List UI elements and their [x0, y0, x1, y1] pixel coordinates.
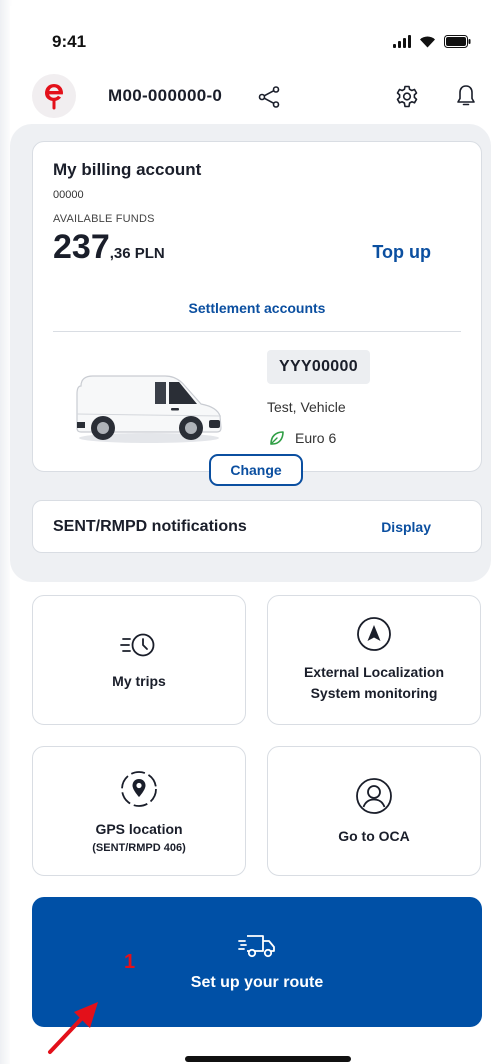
brand-logo[interactable] [32, 74, 76, 118]
annotation-marker: 1 [124, 951, 136, 973]
divider [53, 331, 461, 332]
battery-icon [444, 35, 471, 48]
billing-number: 00000 [53, 189, 84, 201]
els-monitoring-tile[interactable]: External Localization System monitoring [267, 595, 481, 725]
leaf-icon [270, 431, 284, 445]
vehicle-van-image [76, 375, 222, 443]
e-toll-logo-icon [45, 84, 63, 110]
change-vehicle-button[interactable]: Change [209, 454, 303, 486]
license-plate: YYY00000 [267, 350, 370, 384]
bell-icon[interactable] [456, 84, 476, 108]
billing-title: My billing account [53, 160, 202, 179]
emission-class: Euro 6 [269, 430, 336, 446]
go-to-oca-label: Go to OCA [338, 827, 410, 844]
settlement-accounts-link[interactable]: Settlement accounts [33, 300, 481, 316]
vehicle-name: Test, Vehicle [267, 399, 346, 415]
gear-icon[interactable] [395, 85, 419, 109]
els-label-line2: System monitoring [310, 685, 438, 701]
phone-screen: 9:41 M00-000000-0 My billing account 000… [10, 6, 491, 1064]
els-label-line1: External Localization [303, 664, 445, 680]
signal-icon [393, 34, 411, 48]
available-funds-amount: 237,36 PLN [53, 228, 165, 267]
my-trips-tile[interactable]: My trips [32, 595, 246, 725]
go-to-oca-tile[interactable]: Go to OCA [267, 746, 481, 876]
delivery-truck-icon [238, 935, 275, 958]
home-indicator[interactable] [185, 1056, 351, 1062]
sent-rmpd-notifications-card: SENT/RMPD notifications Display [32, 500, 482, 553]
navigation-arrow-icon [357, 617, 391, 651]
status-icons [393, 34, 471, 48]
account-id[interactable]: M00-000000-0 [108, 86, 222, 106]
user-circle-icon [356, 777, 392, 814]
my-trips-label: My trips [112, 672, 166, 689]
gps-location-label: GPS location [95, 820, 183, 837]
gps-location-sublabel: (SENT/RMPD 406) [92, 841, 186, 854]
amount-fraction: ,36 PLN [109, 245, 165, 262]
app-header: M00-000000-0 [10, 74, 491, 126]
annotation-arrow-icon [48, 1002, 98, 1054]
wifi-icon [420, 36, 435, 48]
location-pin-icon [121, 770, 157, 807]
share-icon[interactable] [258, 86, 280, 108]
clock-trips-icon [120, 633, 155, 656]
available-funds-label: AVAILABLE FUNDS [53, 213, 155, 225]
status-bar: 9:41 [10, 30, 491, 60]
amount-whole: 237 [53, 228, 110, 266]
billing-account-card: My billing account 00000 AVAILABLE FUNDS… [32, 141, 482, 472]
top-up-button[interactable]: Top up [372, 242, 431, 263]
status-time: 9:41 [52, 32, 87, 51]
display-notifications-button[interactable]: Display [381, 519, 431, 535]
gps-location-tile[interactable]: GPS location (SENT/RMPD 406) [32, 746, 246, 876]
sent-rmpd-title: SENT/RMPD notifications [53, 518, 247, 535]
emission-label: Euro 6 [295, 430, 337, 446]
set-up-route-label: Set up your route [190, 974, 324, 991]
